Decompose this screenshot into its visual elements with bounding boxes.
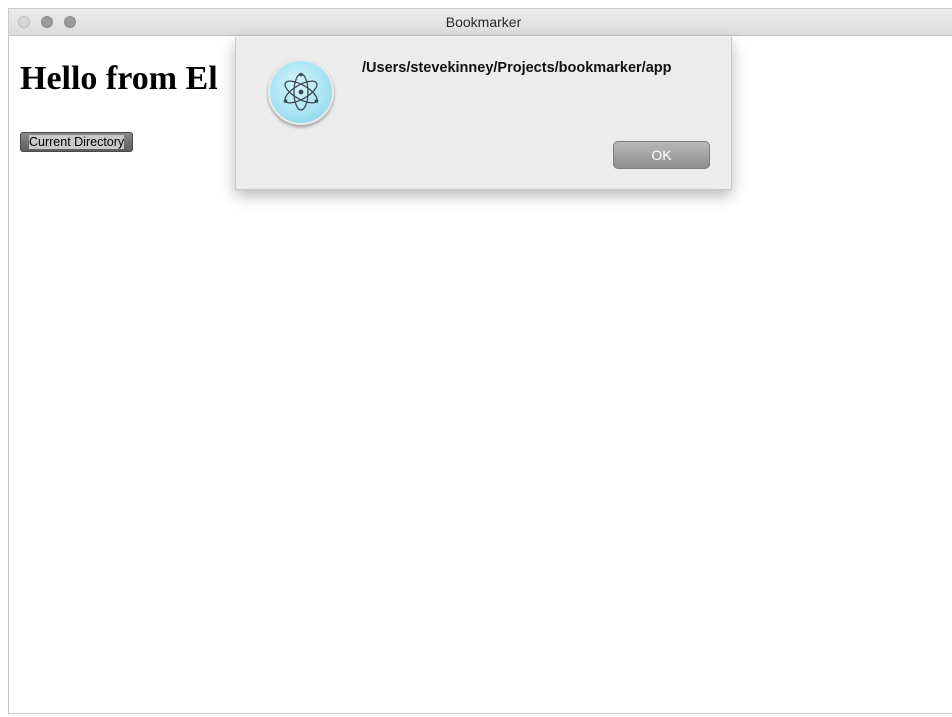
dialog-message: /Users/stevekinney/Projects/bookmarker/a…: [362, 60, 672, 76]
title-bar[interactable]: Bookmarker: [9, 9, 952, 36]
electron-atom-icon: [268, 59, 334, 125]
ok-button[interactable]: OK: [613, 141, 710, 169]
current-directory-button[interactable]: Current Directory: [20, 132, 134, 152]
message-dialog: /Users/stevekinney/Projects/bookmarker/a…: [235, 37, 732, 190]
current-directory-button-label: Current Directory: [29, 135, 125, 149]
app-window: Bookmarker Hello from El Current Directo…: [8, 8, 952, 714]
page-heading: Hello from El: [20, 60, 218, 97]
window-title: Bookmarker: [445, 14, 522, 30]
